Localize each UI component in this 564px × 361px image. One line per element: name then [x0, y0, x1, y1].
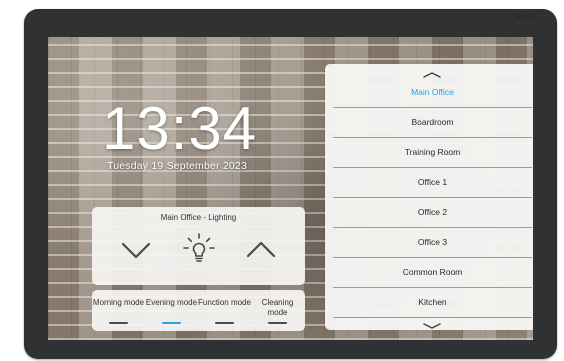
increase-lighting-button[interactable]: [244, 232, 278, 266]
room-item-training-room[interactable]: Training Room: [333, 137, 532, 168]
mode-indicator-bar: [268, 322, 287, 324]
chevron-up-icon: [246, 241, 276, 258]
mode-label: Function mode: [198, 298, 251, 307]
room-item-main-office[interactable]: Main Office: [333, 77, 532, 108]
function-mode-button[interactable]: Function mode: [198, 290, 251, 331]
mode-indicator-bar: [215, 322, 234, 324]
cleaning-mode-button[interactable]: Cleaning mode: [251, 290, 304, 331]
clock-date: Tuesday 19 September 2023: [106, 160, 248, 172]
scroll-down-button[interactable]: [417, 318, 447, 329]
mode-label: Evening mode: [145, 298, 198, 307]
lightbulb-icon: [183, 233, 215, 262]
scroll-up-button[interactable]: [417, 67, 447, 78]
mode-indicator-bar: [109, 322, 128, 324]
touch-screen: 13:34 Tuesday 19 September 2023 Main Off…: [48, 37, 533, 340]
power-button[interactable]: [516, 15, 534, 19]
room-item-office-1[interactable]: Office 1: [333, 167, 532, 198]
room-item-kitchen[interactable]: Kitchen: [333, 287, 532, 318]
morning-mode-button[interactable]: Morning mode: [92, 290, 145, 331]
lighting-control-card: Main Office - Lighting: [92, 207, 305, 285]
mode-selector-card: Morning mode Evening mode Function mode …: [92, 290, 305, 331]
clock-time: 13:34: [102, 95, 258, 162]
wall-panel-device: 13:34 Tuesday 19 September 2023 Main Off…: [24, 9, 557, 359]
room-list-card: Main Office Boardroom Training Room Offi…: [325, 64, 533, 330]
room-item-office-2[interactable]: Office 2: [333, 197, 532, 228]
room-item-office-3[interactable]: Office 3: [333, 227, 532, 258]
lighting-toggle-button[interactable]: [182, 232, 216, 266]
mode-indicator-bar: [162, 322, 181, 324]
mode-label: Morning mode: [92, 298, 145, 307]
chevron-down-icon: [121, 242, 151, 259]
evening-mode-button[interactable]: Evening mode: [145, 290, 198, 331]
mode-label: Cleaning mode: [261, 298, 294, 317]
room-item-boardroom[interactable]: Boardroom: [333, 107, 532, 138]
chevron-down-icon: [423, 323, 441, 329]
room-item-common-room[interactable]: Common Room: [333, 257, 532, 288]
decrease-lighting-button[interactable]: [119, 232, 153, 266]
lighting-title: Main Office - Lighting: [160, 213, 237, 222]
